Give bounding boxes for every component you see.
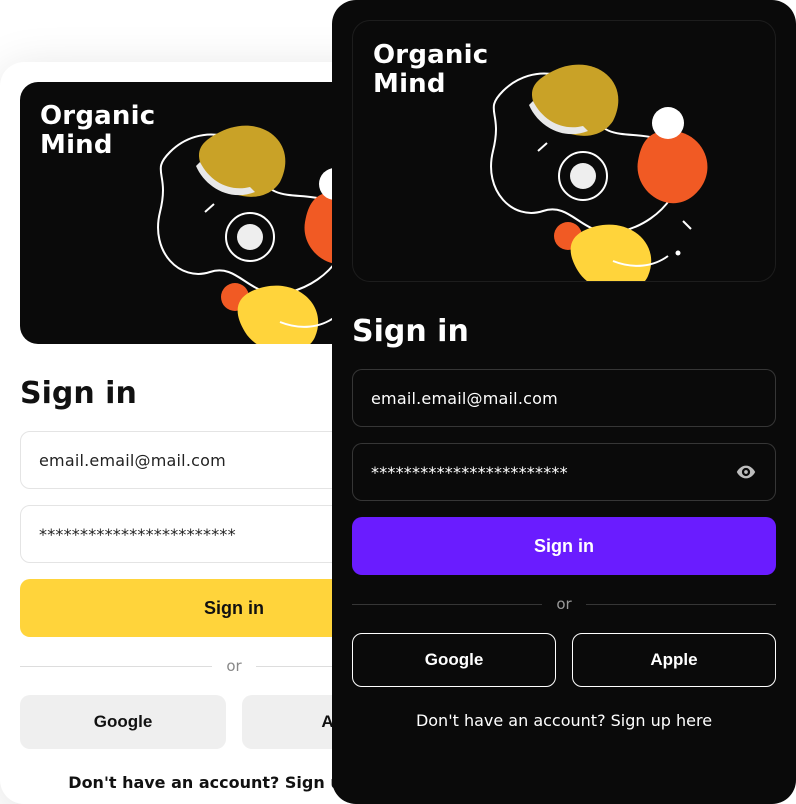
- abstract-art-icon: [433, 31, 773, 282]
- signup-link[interactable]: Don't have an account? Sign up here: [352, 711, 776, 730]
- signin-button[interactable]: Sign in: [352, 517, 776, 575]
- divider-line: [20, 666, 212, 667]
- social-row: Google Apple: [352, 633, 776, 687]
- google-button[interactable]: Google: [20, 695, 226, 749]
- google-label: Google: [94, 712, 153, 732]
- apple-button[interactable]: Apple: [572, 633, 776, 687]
- divider-label: or: [542, 595, 585, 613]
- password-value: ************************: [371, 463, 723, 482]
- password-field[interactable]: ************************: [352, 443, 776, 501]
- divider-line: [352, 604, 542, 605]
- or-divider: or: [352, 595, 776, 613]
- apple-label: Apple: [650, 650, 697, 670]
- divider-label: or: [212, 657, 255, 675]
- signin-button-label: Sign in: [534, 536, 594, 557]
- email-field[interactable]: email.email@mail.com: [352, 369, 776, 427]
- signin-heading: Sign in: [352, 314, 776, 349]
- email-value: email.email@mail.com: [371, 389, 757, 408]
- google-button[interactable]: Google: [352, 633, 556, 687]
- google-label: Google: [425, 650, 484, 670]
- hero-illustration: Organic Mind: [352, 20, 776, 282]
- signin-card-dark: Organic Mind Sign in email.email@mail.co…: [332, 0, 796, 804]
- signin-button-label: Sign in: [204, 598, 264, 619]
- eye-icon[interactable]: [735, 461, 757, 483]
- divider-line: [586, 604, 776, 605]
